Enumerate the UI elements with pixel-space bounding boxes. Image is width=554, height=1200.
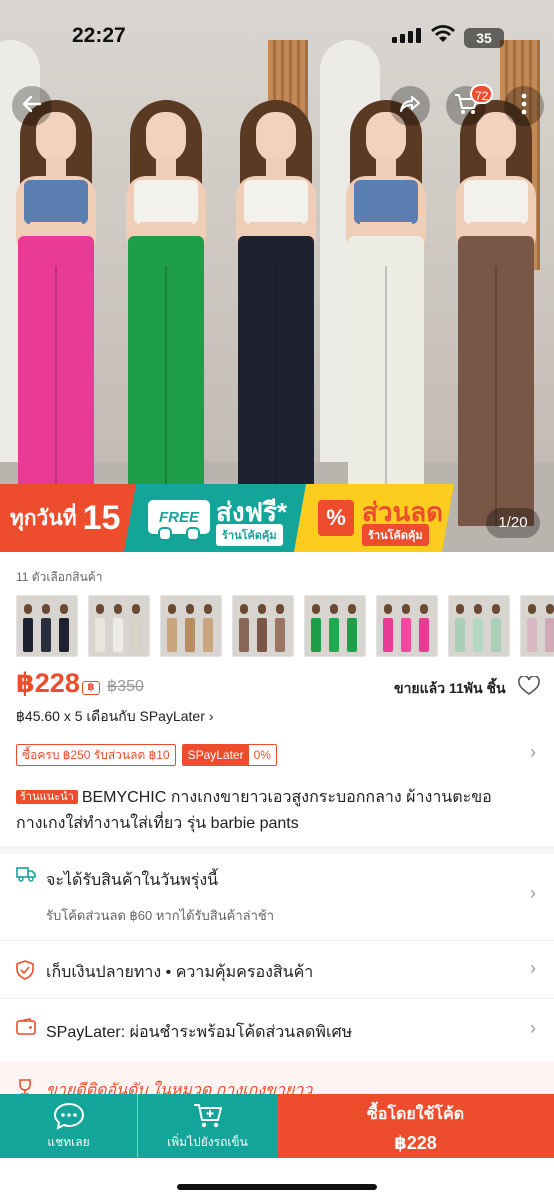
row-divider <box>0 940 554 941</box>
variant-thumbnail[interactable] <box>376 595 438 657</box>
share-button[interactable] <box>390 86 430 126</box>
free-shipping-truck-icon: FREE <box>148 500 210 541</box>
image-counter: 1/20 <box>486 508 540 538</box>
installment-link[interactable]: ฿45.60 x 5 เดือนกับ SPayLater › <box>16 706 214 728</box>
current-price: ฿228 <box>16 668 80 698</box>
daily-promo-prefix: ทุกวันที่ <box>10 506 77 530</box>
discount-subtitle: ร้านโค้ดคุ้ม <box>362 524 429 546</box>
back-arrow-icon <box>20 92 44 121</box>
cart-count-badge: 72 <box>470 84 494 104</box>
daily-promo-badge: ทุกวันที่ 15 <box>0 484 135 552</box>
status-time: 22:27 <box>72 24 126 47</box>
home-indicator[interactable] <box>177 1184 377 1190</box>
model-figure <box>116 100 216 530</box>
chevron-right-icon: › <box>208 708 214 724</box>
daily-promo-day: 15 <box>82 498 121 537</box>
recommended-shop-tag: ร้านแนะนำ <box>16 790 78 804</box>
variant-thumbnail-list[interactable] <box>16 595 554 657</box>
product-image-gallery[interactable] <box>0 0 554 552</box>
chevron-right-icon[interactable]: › <box>530 883 536 904</box>
more-options-button[interactable] <box>504 86 544 126</box>
model-figure <box>446 100 546 530</box>
more-dots-icon <box>521 93 527 120</box>
chat-button[interactable]: แชทเลย <box>0 1094 138 1158</box>
spaylater-row[interactable]: SPayLater: ผ่อนชำระพร้อมโค้ดส่วนลดพิเศษ <box>46 1020 352 1045</box>
installment-text: ฿45.60 x 5 เดือนกับ SPayLater <box>16 708 205 724</box>
chat-label: แชทเลย <box>47 1135 90 1149</box>
status-bar: 22:27 35 <box>0 0 554 70</box>
truck-icon <box>16 866 36 887</box>
product-title: ร้านแนะนำ BEMYCHIC กางเกงขายาวเอวสูงกระบอ… <box>16 784 540 837</box>
add-cart-label: เพิ่มไปยังรถเข็น <box>167 1135 248 1149</box>
add-cart-icon <box>192 1102 224 1135</box>
wallet-icon <box>16 1017 36 1041</box>
variant-thumbnail[interactable] <box>304 595 366 657</box>
model-figure <box>336 100 436 530</box>
heart-icon[interactable] <box>518 675 540 701</box>
voucher-row[interactable]: ซื้อครบ ฿250 รับส่วนลด ฿10 SPayLater 0% <box>16 744 277 766</box>
variant-thumbnail[interactable] <box>520 595 554 657</box>
variant-count-label: 11 ตัวเลือกสินค้า <box>16 570 103 584</box>
share-icon <box>398 92 422 121</box>
chevron-right-icon[interactable]: › <box>530 958 536 979</box>
chevron-right-icon[interactable]: › <box>530 1018 536 1039</box>
chevron-right-icon[interactable]: › <box>530 742 536 763</box>
shop-voucher-tag: ซื้อครบ ฿250 รับส่วนลด ฿10 <box>16 744 176 766</box>
original-price: ฿350 <box>107 678 144 695</box>
buy-with-voucher-button[interactable]: ซื้อโดยใช้โค้ด ฿228 <box>277 1094 554 1158</box>
delivery-title[interactable]: จะได้รับสินค้าในวันพรุ่งนี้ <box>46 868 218 893</box>
back-button[interactable] <box>12 86 52 126</box>
battery-icon: 35 <box>464 28 504 48</box>
delivery-subtitle: รับโค้ดส่วนลด ฿60 หากได้รับสินค้าล่าช้า <box>46 908 275 923</box>
variant-thumbnail[interactable] <box>16 595 78 657</box>
cod-protection-row[interactable]: เก็บเงินปลายทาง • ความคุ้มครองสินค้า <box>46 960 313 985</box>
free-shipping-subtitle: ร้านโค้ดคุ้ม <box>216 524 283 546</box>
spaylater-tag-value: 0% <box>253 748 271 762</box>
buy-label: ซื้อโดยใช้โค้ด <box>366 1106 465 1123</box>
wifi-icon <box>430 24 456 49</box>
spaylater-tag: SPayLater 0% <box>181 744 277 766</box>
bottom-action-bar: แชทเลย เพิ่มไปยังรถเข็น ซื้อโดยใช้โค้ด ฿… <box>0 1094 554 1158</box>
percent-icon: % <box>318 500 354 536</box>
variant-thumbnail[interactable] <box>88 595 150 657</box>
variant-thumbnail[interactable] <box>232 595 294 657</box>
sold-count: ขายแล้ว 11พัน ชิ้น <box>394 680 506 696</box>
variant-thumbnail[interactable] <box>448 595 510 657</box>
chat-bubble-icon <box>53 1102 85 1135</box>
coin-icon: ฿ <box>82 681 100 695</box>
variant-thumbnail[interactable] <box>160 595 222 657</box>
product-title-text: BEMYCHIC กางเกงขายาวเอวสูงกระบอกกลาง ผ้า… <box>16 789 492 832</box>
shield-icon <box>16 960 34 985</box>
buy-price: ฿228 <box>394 1133 437 1153</box>
row-divider <box>0 998 554 999</box>
add-to-cart-button[interactable]: เพิ่มไปยังรถเข็น <box>138 1094 277 1158</box>
spaylater-tag-label: SPayLater <box>182 745 249 765</box>
signal-icon <box>392 28 421 43</box>
section-divider <box>0 846 554 854</box>
model-figure <box>6 100 106 530</box>
model-figure <box>226 100 326 530</box>
